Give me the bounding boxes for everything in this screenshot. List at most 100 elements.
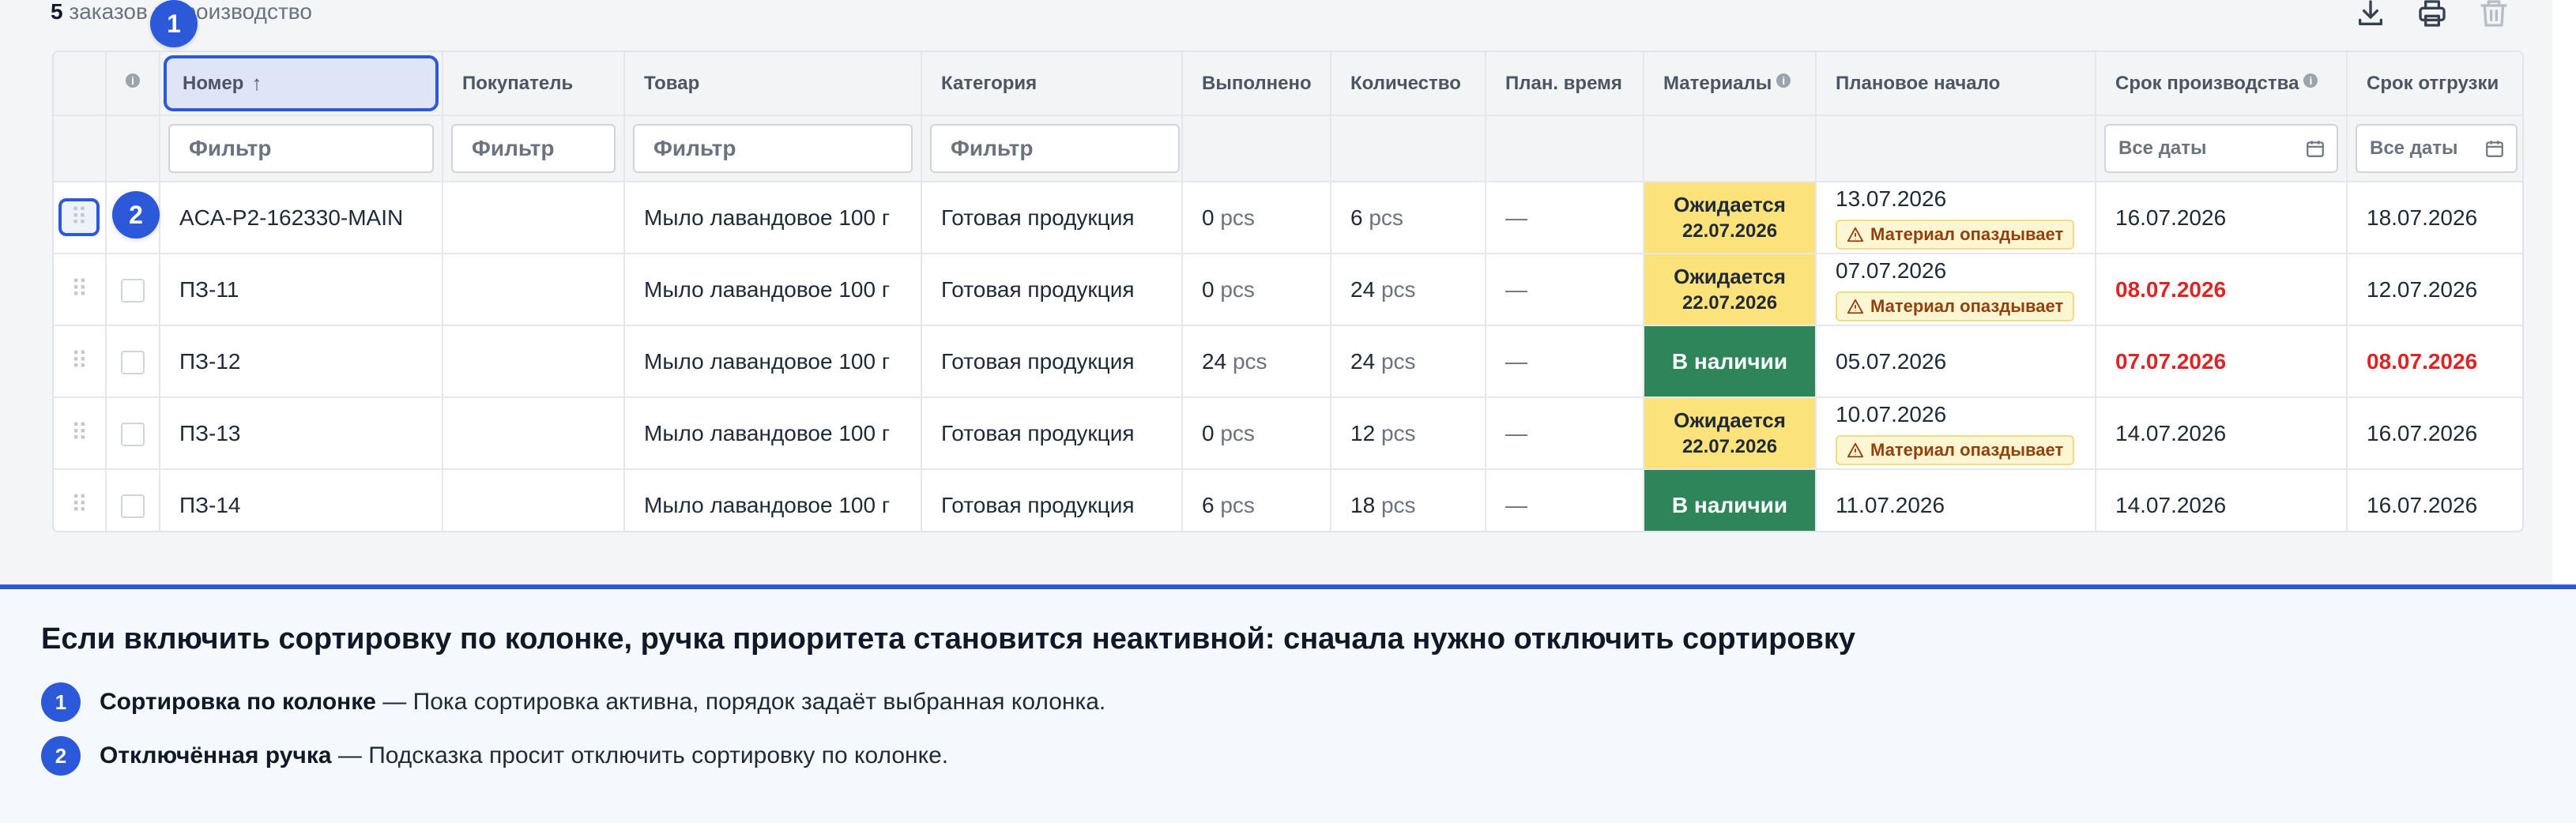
header-done[interactable]: Выполнено bbox=[1182, 52, 1331, 116]
header-product[interactable]: Товар bbox=[624, 52, 922, 116]
info-icon: i bbox=[126, 73, 140, 88]
cell-number[interactable]: ПЗ-11 bbox=[160, 254, 443, 326]
drag-grip-icon[interactable]: ⠿ bbox=[70, 419, 89, 447]
row-checkbox[interactable] bbox=[121, 494, 145, 518]
cell-done: 24 pcs bbox=[1182, 325, 1331, 398]
row-checkbox[interactable] bbox=[121, 422, 145, 446]
cell-buyer bbox=[443, 325, 625, 398]
cell-qty: 18 pcs bbox=[1331, 469, 1486, 531]
drag-cell: ⠿ bbox=[54, 397, 107, 470]
cell-product: Мыло лавандовое 100 г bbox=[624, 182, 922, 254]
cell-materials: В наличии bbox=[1644, 469, 1817, 531]
cell-number[interactable]: ПЗ-12 bbox=[160, 325, 443, 398]
header-prod-deadline[interactable]: Срок производства i bbox=[2096, 52, 2348, 116]
filter-category-input[interactable] bbox=[930, 124, 1180, 173]
table-row[interactable]: ⠿ ПЗ-13 Мыло лавандовое 100 г Готовая проду… bbox=[54, 397, 2522, 470]
table-row[interactable]: ⠿ ПЗ-14 Мыло лавандовое 100 г Готовая проду… bbox=[54, 469, 2522, 531]
row-checkbox[interactable] bbox=[121, 350, 145, 374]
materials-status: В наличии bbox=[1644, 470, 1814, 531]
filter-buyer-cell bbox=[443, 115, 625, 182]
header-qty[interactable]: Количество bbox=[1331, 52, 1486, 116]
cell-buyer bbox=[443, 254, 625, 326]
materials-status: Ожидается 22.07.2026 bbox=[1644, 398, 1814, 468]
drag-handle-disabled[interactable]: ⠿ bbox=[58, 198, 100, 236]
cell-plan-start: 13.07.2026 Материал опаздывает bbox=[1816, 182, 2096, 254]
filter-ship-deadline-cell: Все даты bbox=[2347, 115, 2522, 182]
warning-icon bbox=[1847, 227, 1864, 242]
printer-icon bbox=[2419, 0, 2446, 27]
header-category[interactable]: Категория bbox=[921, 52, 1183, 116]
drag-grip-icon[interactable]: ⠿ bbox=[70, 348, 89, 375]
row-checkbox[interactable] bbox=[121, 278, 145, 303]
sort-arrow-icon: ↑ bbox=[251, 71, 262, 95]
cell-ship-deadline: 16.07.2026 bbox=[2347, 397, 2522, 470]
late-badge: Материал опаздывает bbox=[1836, 291, 2075, 321]
cell-number[interactable]: ПЗ-13 bbox=[160, 397, 443, 470]
header-buyer[interactable]: Покупатель bbox=[443, 52, 625, 116]
info-icon: i bbox=[1776, 73, 1791, 88]
cell-done: 0 pcs bbox=[1182, 397, 1331, 470]
header-materials[interactable]: Материалы i bbox=[1644, 52, 1817, 116]
info-num-2: 2 bbox=[41, 736, 81, 776]
cell-plan-start: 10.07.2026 Материал опаздывает bbox=[1816, 397, 2096, 470]
cell-number[interactable]: ПЗ-14 bbox=[160, 469, 443, 531]
cell-category: Готовая продукция bbox=[921, 254, 1183, 326]
table-row[interactable]: ⠿ ПЗ-12 Мыло лавандовое 100 г Готовая проду… bbox=[54, 325, 2522, 398]
drag-grip-icon[interactable]: ⠿ bbox=[70, 276, 89, 303]
cell-materials: Ожидается 22.07.2026 bbox=[1644, 182, 1817, 254]
cell-prod-deadline: 14.07.2026 bbox=[2096, 397, 2348, 470]
cell-category: Готовая продукция bbox=[921, 325, 1183, 398]
filter-empty bbox=[106, 115, 160, 182]
cell-qty: 24 pcs bbox=[1331, 325, 1486, 398]
drag-cell: ⠿ bbox=[54, 182, 107, 254]
info-item-1: 1 Сортировка по колонке — Пока сортировк… bbox=[41, 682, 1105, 722]
select-cell bbox=[106, 325, 160, 398]
info-num-1: 1 bbox=[41, 682, 81, 722]
drag-cell: ⠿ bbox=[54, 325, 107, 398]
print-button[interactable] bbox=[2413, 0, 2451, 27]
cell-buyer bbox=[443, 397, 625, 470]
filter-buyer-input[interactable] bbox=[451, 124, 616, 173]
materials-status: В наличии bbox=[1644, 326, 1814, 396]
delete-button[interactable] bbox=[2475, 0, 2513, 27]
cell-prod-deadline: 08.07.2026 bbox=[2096, 254, 2348, 326]
filter-empty bbox=[54, 115, 107, 182]
cell-category: Готовая продукция bbox=[921, 469, 1183, 531]
right-edge bbox=[2552, 0, 2576, 584]
cell-product: Мыло лавандовое 100 г bbox=[624, 397, 922, 470]
info-item-2: 2 Отключённая ручка — Подсказка просит о… bbox=[41, 736, 948, 776]
date-filter-prod[interactable]: Все даты bbox=[2104, 124, 2338, 173]
late-badge: Материал опаздывает bbox=[1836, 434, 2075, 465]
header-number[interactable]: Номер ↑ bbox=[160, 52, 443, 116]
filter-product-input[interactable] bbox=[633, 124, 913, 173]
drag-grip-icon[interactable]: ⠿ bbox=[70, 491, 89, 519]
table-row[interactable]: ⠿ ПЗ-11 Мыло лавандовое 100 г Готовая проду… bbox=[54, 254, 2522, 326]
info-icon: i bbox=[2303, 73, 2318, 88]
header-drag bbox=[54, 52, 107, 116]
select-cell bbox=[106, 254, 160, 326]
cell-plan-time: — bbox=[1486, 254, 1644, 326]
cell-number[interactable]: ACA-P2-162330-MAIN bbox=[160, 182, 443, 254]
filter-empty bbox=[1331, 115, 1486, 182]
cell-qty: 6 pcs bbox=[1331, 182, 1486, 254]
select-cell bbox=[106, 397, 160, 470]
materials-status: Ожидается 22.07.2026 bbox=[1644, 254, 1814, 324]
cell-prod-deadline: 07.07.2026 bbox=[2096, 325, 2348, 398]
download-icon bbox=[2359, 0, 2382, 25]
header-plan-start[interactable]: Плановое начало bbox=[1816, 52, 2096, 116]
calendar-icon bbox=[2486, 141, 2503, 157]
cell-buyer bbox=[443, 469, 625, 531]
download-button[interactable] bbox=[2352, 0, 2390, 27]
trash-icon bbox=[2480, 0, 2507, 27]
cell-plan-start: 05.07.2026 bbox=[1816, 325, 2096, 398]
drag-cell: ⠿ bbox=[54, 254, 107, 326]
filter-number-cell bbox=[160, 115, 443, 182]
header-plan-time[interactable]: План. время bbox=[1486, 52, 1644, 116]
sort-highlight[interactable]: Номер ↑ bbox=[164, 55, 439, 111]
callout-badge-2: 2 bbox=[112, 191, 160, 239]
filter-number-input[interactable] bbox=[168, 124, 434, 173]
table-row[interactable]: ⠿ ACA-P2-162330-MAIN Мыло лавандовое 100 г… bbox=[54, 182, 2522, 254]
header-ship-deadline[interactable]: Срок отгрузки bbox=[2347, 52, 2522, 116]
cell-done: 0 pcs bbox=[1182, 182, 1331, 254]
date-filter-ship[interactable]: Все даты bbox=[2356, 124, 2518, 173]
